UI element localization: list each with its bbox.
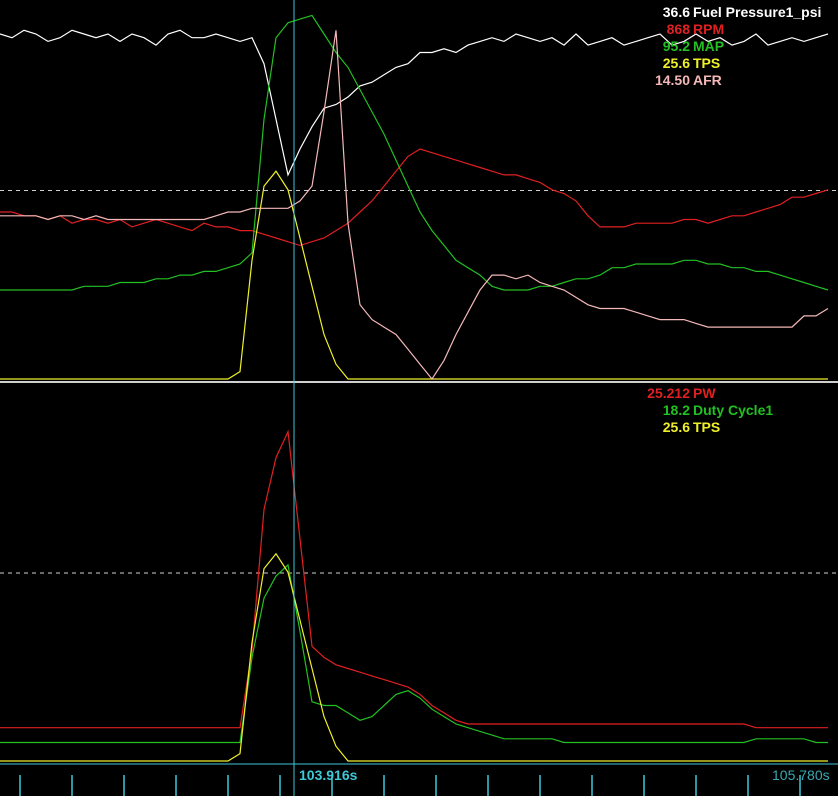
legend-row: 868 RPM <box>570 21 832 38</box>
trace-duty-cycle1 <box>0 563 828 744</box>
legend-value: 25.6 <box>662 55 690 71</box>
time-axis-ticks <box>19 775 801 796</box>
legend-value: 25.6 <box>662 419 690 435</box>
legend-name: TPS <box>693 55 721 71</box>
legend-name: AFR <box>693 72 722 88</box>
legend-value: 95.2 <box>662 38 690 54</box>
legend-name: TPS <box>693 419 721 435</box>
trace-tps <box>0 170 828 380</box>
top-panel-legend: 36.6 Fuel Pressure1_psi 868 RPM 95.2 MAP 25.6 T… <box>570 4 832 89</box>
legend-row: 36.6 Fuel Pressure1_psi <box>570 4 832 21</box>
trace-pw <box>0 429 828 729</box>
legend-value: 14.50 <box>654 72 690 88</box>
legend-value: 18.2 <box>662 402 690 418</box>
legend-row: 25.212 PW <box>570 385 832 402</box>
end-time-label: 105.780s <box>772 767 830 783</box>
trace-rpm <box>0 148 829 247</box>
cursor-time-label: 103.916s <box>299 767 358 783</box>
legend-value: 868 <box>666 21 690 37</box>
legend-row: 25.6 TPS <box>570 419 832 436</box>
legend-row: 18.2 Duty Cycle1 <box>570 402 832 419</box>
bottom-panel-legend: 25.212 PW 18.2 Duty Cycle1 25.6 TPS <box>570 385 832 436</box>
bottom-panel-traces <box>0 429 828 762</box>
legend-row: 95.2 MAP <box>570 38 832 55</box>
trace-tps <box>0 552 828 762</box>
legend-name: Fuel Pressure1_psi <box>693 4 822 20</box>
legend-row: 14.50 AFR <box>570 72 832 89</box>
legend-name: RPM <box>693 21 725 37</box>
legend-value: 36.6 <box>662 4 690 20</box>
legend-name: Duty Cycle1 <box>693 402 774 418</box>
legend-name: MAP <box>693 38 725 54</box>
legend-value: 25.212 <box>647 385 690 401</box>
legend-name: PW <box>693 385 716 401</box>
legend-row: 25.6 TPS <box>570 55 832 72</box>
